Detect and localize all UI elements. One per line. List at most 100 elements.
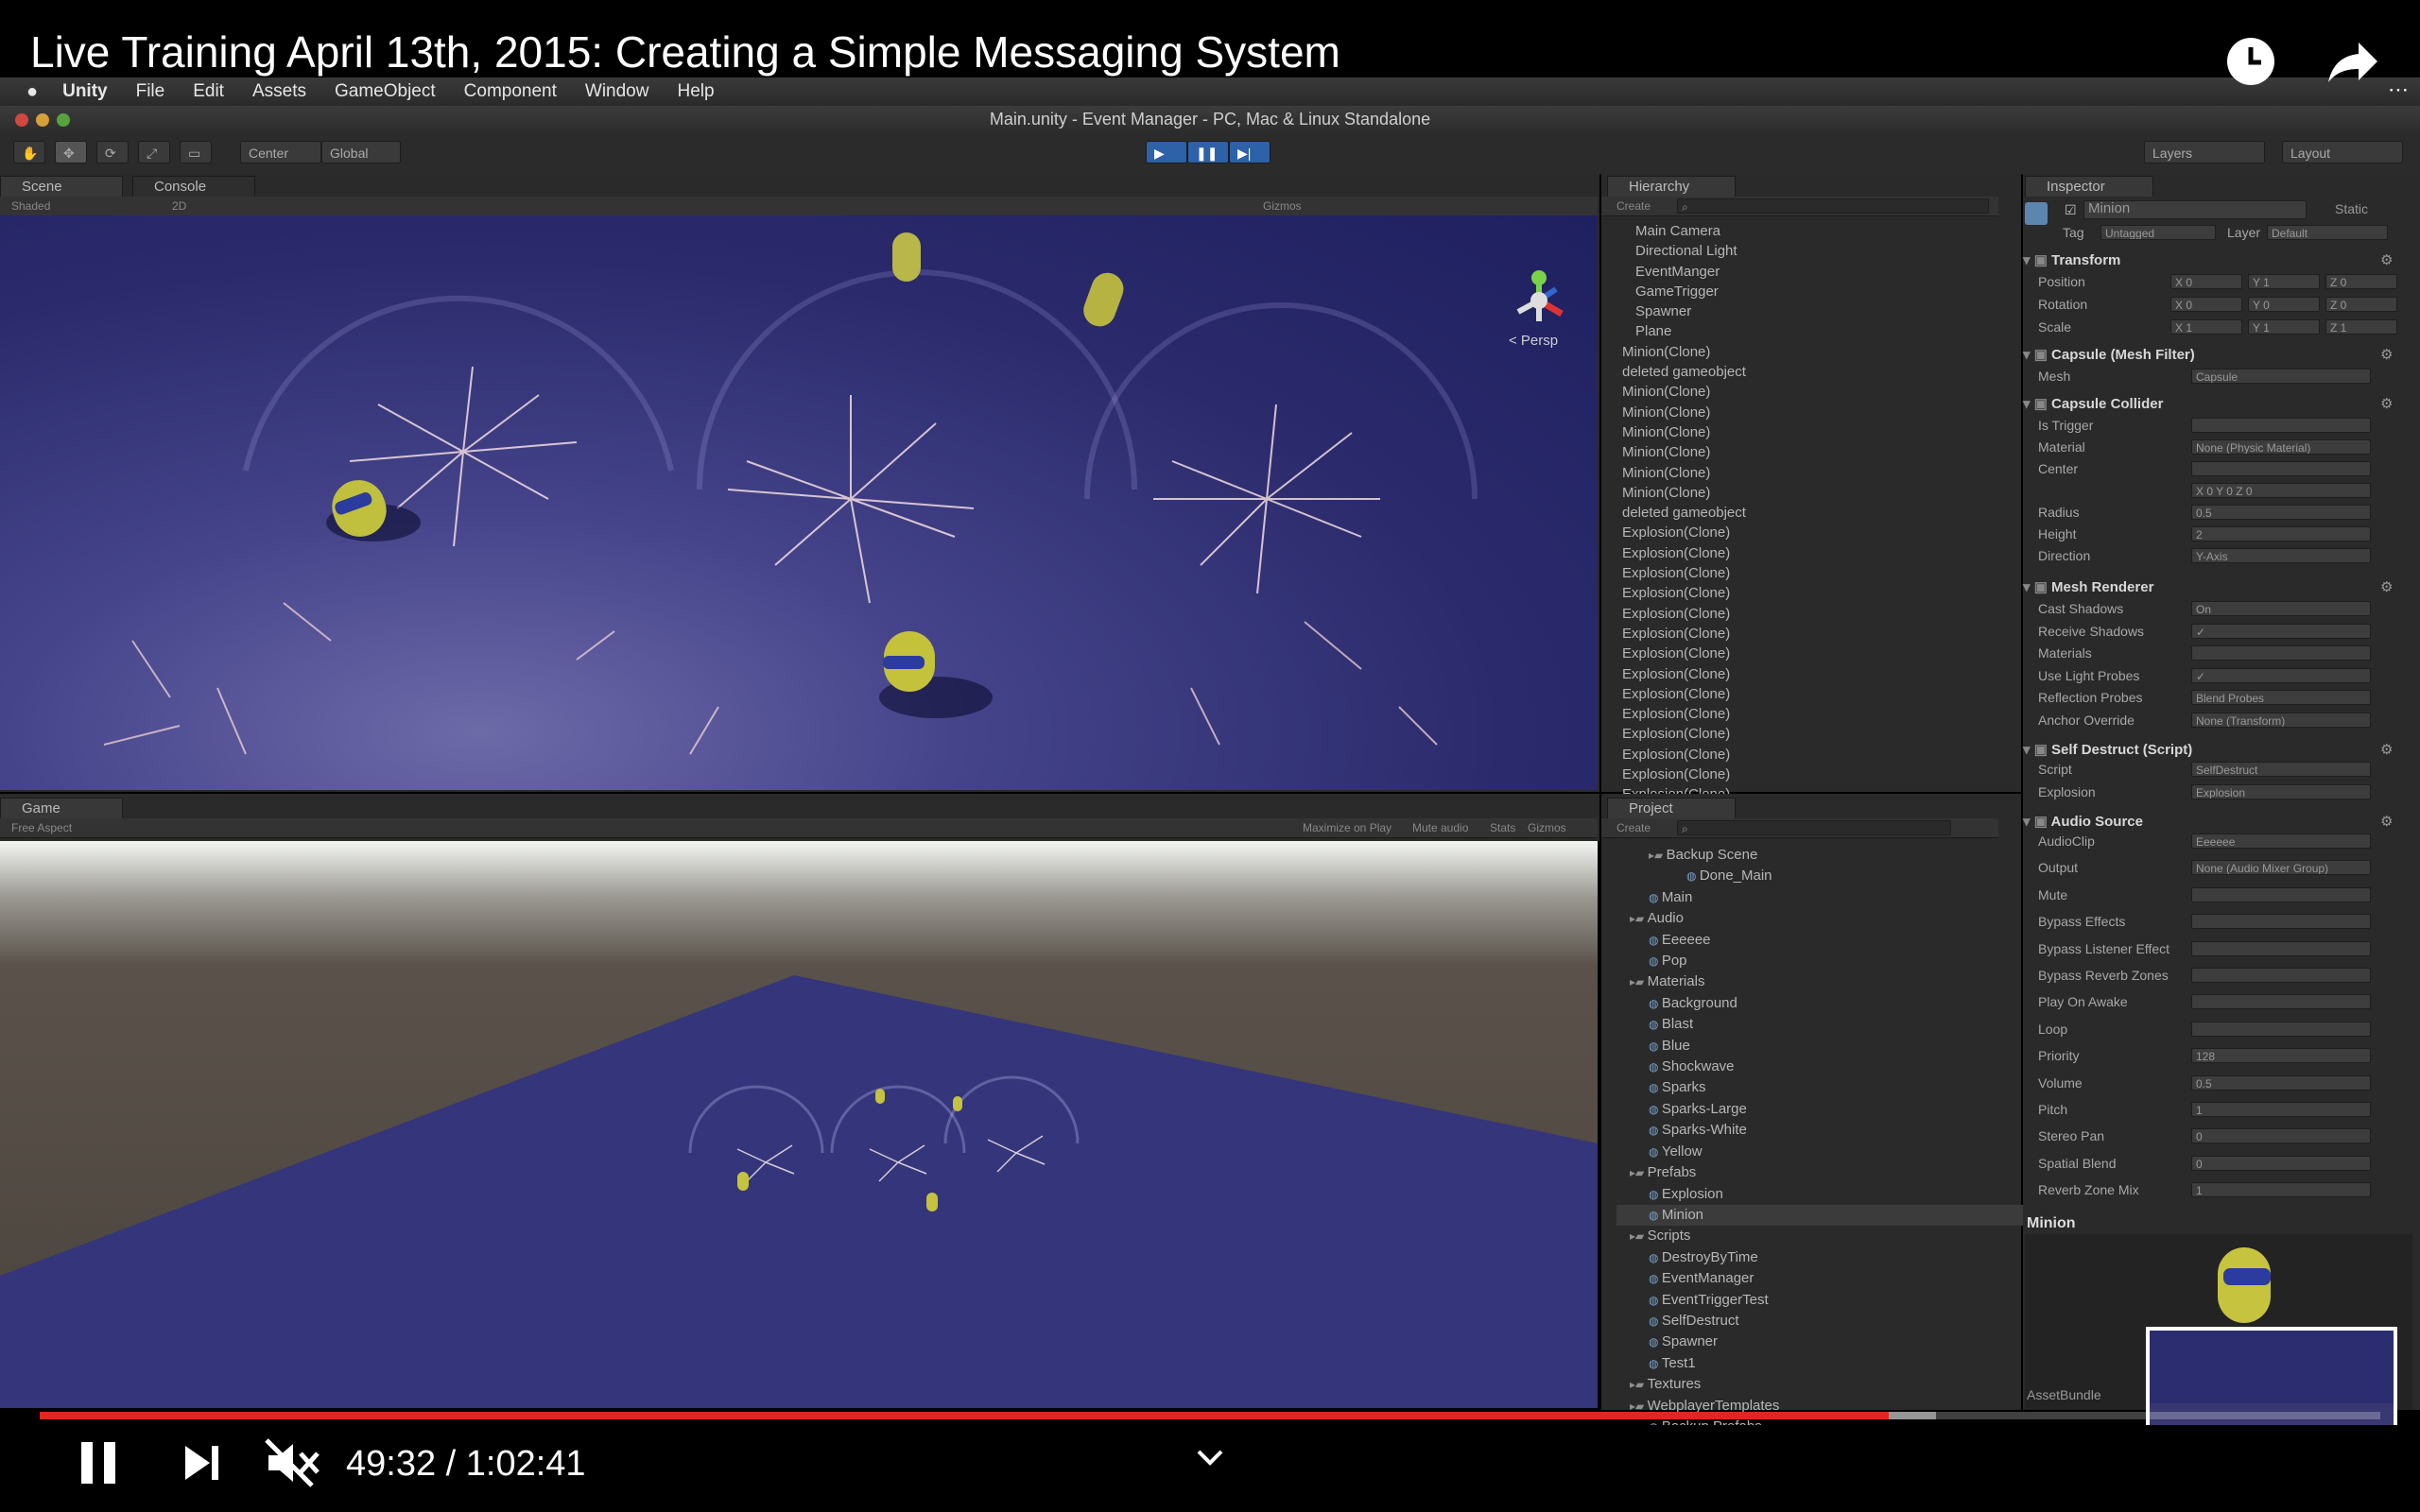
- tab-game[interactable]: Game: [0, 798, 123, 818]
- mode-2d-toggle[interactable]: 2D: [172, 197, 186, 215]
- collider-row-field[interactable]: [2191, 418, 2371, 433]
- audio-row-field[interactable]: [2191, 940, 2371, 956]
- maximize-on-play-toggle[interactable]: Maximize on Play: [1303, 818, 1392, 837]
- gear-icon[interactable]: ⚙: [2380, 346, 2393, 363]
- menu-component[interactable]: Component: [464, 81, 557, 102]
- aspect-dropdown[interactable]: Free Aspect: [11, 818, 72, 837]
- share-button[interactable]: [2324, 32, 2382, 91]
- rect-tool-button[interactable]: ▭: [180, 141, 212, 163]
- mesh-renderer-component-header[interactable]: ▾ ▣ Mesh Renderer: [2023, 578, 2153, 595]
- capsule-collider-component-header[interactable]: ▾ ▣ Capsule Collider: [2023, 395, 2163, 412]
- hierarchy-item[interactable]: Explosion(Clone): [1622, 684, 1746, 704]
- project-asset[interactable]: ◍ Blast: [1616, 1014, 2027, 1035]
- hierarchy-item[interactable]: Minion(Clone): [1622, 403, 1746, 422]
- pause-button[interactable]: [76, 1438, 123, 1487]
- tab-inspector[interactable]: Inspector: [2025, 176, 2153, 197]
- gear-icon[interactable]: ⚙: [2380, 813, 2393, 830]
- move-tool-button[interactable]: ✥: [55, 141, 87, 163]
- hierarchy-item[interactable]: Minion(Clone): [1622, 422, 1746, 442]
- renderer-row-field[interactable]: ✓: [2191, 623, 2371, 639]
- collider-row-field[interactable]: 2: [2191, 526, 2371, 541]
- project-asset[interactable]: ◍ Sparks-White: [1616, 1120, 2027, 1141]
- hierarchy-item[interactable]: Spawner: [1624, 301, 1746, 321]
- rotation-x-field[interactable]: X 0: [2170, 297, 2242, 312]
- game-viewport[interactable]: [0, 841, 1598, 1408]
- menu-gameobject[interactable]: GameObject: [335, 81, 436, 102]
- audio-row-field[interactable]: [2191, 886, 2371, 902]
- audio-row-field[interactable]: 0: [2191, 1155, 2371, 1171]
- project-create-dropdown[interactable]: Create: [1616, 818, 1651, 837]
- hierarchy-item[interactable]: Plane: [1624, 321, 1746, 341]
- menu-file[interactable]: File: [136, 81, 165, 102]
- position-x-field[interactable]: X 0: [2170, 274, 2242, 289]
- stats-toggle[interactable]: Stats: [1490, 818, 1515, 837]
- renderer-row-field[interactable]: On: [2191, 601, 2371, 616]
- mute-audio-toggle[interactable]: Mute audio: [1412, 818, 1468, 837]
- layout-dropdown[interactable]: Layout: [2282, 141, 2403, 163]
- hierarchy-create-dropdown[interactable]: Create: [1616, 197, 1651, 215]
- project-asset[interactable]: ◍ Minion: [1616, 1204, 2027, 1227]
- hierarchy-item[interactable]: Main Camera: [1624, 221, 1746, 241]
- project-asset[interactable]: ◍ Eeeeee: [1616, 930, 2027, 951]
- audio-row-field[interactable]: [2191, 994, 2371, 1010]
- project-asset[interactable]: ◍ Explosion: [1616, 1184, 2027, 1205]
- collider-row-field[interactable]: 0.5: [2191, 505, 2371, 520]
- minimize-window-button[interactable]: [36, 113, 49, 127]
- scene-viewport[interactable]: < Persp: [0, 215, 1598, 790]
- pivot-center-toggle[interactable]: Center: [240, 141, 321, 163]
- renderer-row-field[interactable]: None (Transform): [2191, 712, 2371, 728]
- audio-row-field[interactable]: 0.5: [2191, 1074, 2371, 1091]
- mute-button[interactable]: [265, 1438, 321, 1487]
- hierarchy-item[interactable]: Minion(Clone): [1622, 483, 1746, 503]
- mesh-field[interactable]: Capsule: [2191, 369, 2371, 384]
- hierarchy-item[interactable]: GameTrigger: [1624, 282, 1746, 301]
- video-title[interactable]: Live Training April 13th, 2015: Creating…: [30, 26, 1340, 77]
- hierarchy-item[interactable]: Minion(Clone): [1622, 382, 1746, 402]
- project-asset[interactable]: ◍ Main: [1616, 887, 2027, 908]
- apple-icon[interactable]: ●: [26, 81, 38, 103]
- gear-icon[interactable]: ⚙: [2380, 578, 2393, 595]
- step-button[interactable]: ▶|: [1229, 141, 1270, 163]
- tag-dropdown[interactable]: Untagged: [2100, 225, 2216, 240]
- project-asset[interactable]: ◍ Shockwave: [1616, 1057, 2027, 1077]
- hierarchy-item[interactable]: Explosion(Clone): [1622, 583, 1746, 603]
- hierarchy-item[interactable]: Explosion(Clone): [1622, 644, 1746, 663]
- hierarchy-item[interactable]: Explosion(Clone): [1622, 765, 1746, 784]
- hierarchy-item[interactable]: deleted gameobject: [1622, 362, 1746, 382]
- renderer-row-field[interactable]: ✓: [2191, 667, 2371, 683]
- audio-source-component-header[interactable]: ▾ ▣ Audio Source: [2023, 813, 2143, 830]
- hierarchy-item[interactable]: Explosion(Clone): [1622, 523, 1746, 542]
- project-asset[interactable]: ◍ Pop: [1616, 951, 2027, 971]
- audio-row-field[interactable]: 1: [2191, 1182, 2371, 1198]
- project-asset[interactable]: ◍ Sparks: [1616, 1077, 2027, 1098]
- more-options-icon[interactable]: ⋯: [2388, 77, 2409, 102]
- scale-x-field[interactable]: X 1: [2170, 319, 2242, 335]
- hierarchy-item[interactable]: Explosion(Clone): [1622, 563, 1746, 583]
- hierarchy-item[interactable]: deleted gameobject: [1622, 503, 1746, 523]
- project-asset[interactable]: ◍ Test1: [1616, 1353, 2027, 1374]
- menu-unity[interactable]: Unity: [62, 81, 108, 102]
- menu-assets[interactable]: Assets: [252, 81, 306, 102]
- hierarchy-item[interactable]: Explosion(Clone): [1622, 624, 1746, 644]
- persp-label[interactable]: < Persp: [1509, 333, 1558, 349]
- rotation-y-field[interactable]: Y 0: [2248, 297, 2320, 312]
- project-asset[interactable]: ◍ EventManager: [1616, 1268, 2027, 1289]
- collider-row-field[interactable]: [2191, 461, 2371, 476]
- audio-row-field[interactable]: 0: [2191, 1128, 2371, 1144]
- scene-gizmo[interactable]: [1516, 270, 1564, 321]
- rotation-z-field[interactable]: Z 0: [2325, 297, 2397, 312]
- audio-row-field[interactable]: None (Audio Mixer Group): [2191, 860, 2371, 876]
- hand-tool-button[interactable]: ✋: [13, 141, 45, 163]
- gear-icon[interactable]: ⚙: [2380, 741, 2393, 758]
- game-gizmos-dropdown[interactable]: Gizmos: [1528, 818, 1566, 837]
- audio-row-field[interactable]: Eeeeee: [2191, 833, 2371, 849]
- scale-tool-button[interactable]: ⤢: [138, 141, 170, 163]
- project-folder[interactable]: ▸▰ Textures: [1616, 1374, 2027, 1395]
- menu-help[interactable]: Help: [677, 81, 714, 102]
- hierarchy-search-input[interactable]: ⌕: [1677, 198, 1989, 214]
- audio-row-field[interactable]: 128: [2191, 1048, 2371, 1064]
- hierarchy-item[interactable]: Explosion(Clone): [1622, 543, 1746, 563]
- project-folder[interactable]: ▸▰ Materials: [1616, 971, 2027, 992]
- layer-dropdown[interactable]: Default: [2267, 225, 2388, 240]
- hierarchy-item[interactable]: Explosion(Clone): [1622, 704, 1746, 724]
